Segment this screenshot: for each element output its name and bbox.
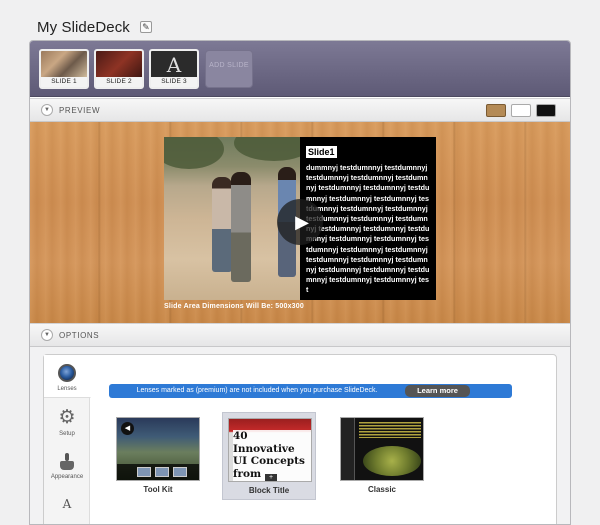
slide-thumb-label: SLIDE 2 xyxy=(96,77,142,87)
lens-card-tool-kit[interactable]: ◀ Tool Kit xyxy=(111,412,205,500)
background-swatch-black[interactable] xyxy=(536,104,556,117)
tab-label: Setup xyxy=(59,431,75,437)
lens-name: Classic xyxy=(367,485,397,494)
lens-card-classic[interactable]: Classic xyxy=(335,412,429,500)
tab-lenses[interactable]: Lenses xyxy=(44,355,91,398)
lens-name: Tool Kit xyxy=(143,485,173,494)
slide-thumb-3[interactable]: A SLIDE 3 xyxy=(149,49,199,89)
typography-icon: A xyxy=(62,497,72,511)
collapse-arrow-icon[interactable]: ▼ xyxy=(41,104,53,116)
preview-stage: Slide1 dummnyj testdumnnyj testdumnnyj t… xyxy=(30,122,570,323)
premium-notice-text: Lenses marked as (premium) are not inclu… xyxy=(136,387,378,394)
plus-icon: + xyxy=(265,474,277,481)
slide-thumb-image xyxy=(96,51,142,79)
lens-card-block-title[interactable]: 40 Innovative UI Concepts from Dribbble … xyxy=(222,412,316,500)
learn-more-button[interactable]: Learn more xyxy=(405,385,470,397)
premium-notice: Lenses marked as (premium) are not inclu… xyxy=(109,384,512,398)
slide-thumb-label: SLIDE 1 xyxy=(41,77,87,87)
options-tabs: Lenses ⚙ Setup Appearance A xyxy=(44,355,91,524)
thumbnail-strip xyxy=(117,464,199,480)
lens-preview-tool-kit: ◀ xyxy=(116,417,200,481)
options-area: Lenses ⚙ Setup Appearance A Lenses marke… xyxy=(30,347,570,524)
slide-thumb-2[interactable]: SLIDE 2 xyxy=(94,49,144,89)
brush-icon xyxy=(60,453,74,470)
slide-title: Slide1 xyxy=(306,146,337,158)
play-icon[interactable]: ▶ xyxy=(277,199,323,245)
collapse-arrow-icon[interactable]: ▼ xyxy=(41,329,53,341)
options-section-header[interactable]: ▼ OPTIONS xyxy=(30,323,570,347)
options-panel: Lenses ⚙ Setup Appearance A Lenses marke… xyxy=(43,354,557,524)
lens-icon xyxy=(58,364,76,382)
tab-setup[interactable]: ⚙ Setup xyxy=(44,408,90,448)
preview-heading: PREVIEW xyxy=(59,105,101,115)
preview-section-header[interactable]: ▼ PREVIEW xyxy=(30,98,570,122)
slide-bar: SLIDE 1 SLIDE 2 A SLIDE 3 ADD SLIDE xyxy=(30,41,570,97)
preview-slide[interactable]: Slide1 dummnyj testdumnnyj testdumnnyj t… xyxy=(164,137,436,300)
options-heading: OPTIONS xyxy=(59,330,100,340)
slidedeck-editor: SLIDE 1 SLIDE 2 A SLIDE 3 ADD SLIDE ▼ PR… xyxy=(29,40,571,525)
pencil-icon[interactable]: ✎ xyxy=(139,21,152,33)
lens-preview-block-title: 40 Innovative UI Concepts from Dribbble … xyxy=(228,418,312,482)
add-slide-button[interactable]: ADD SLIDE xyxy=(205,50,253,88)
background-swatch-white[interactable] xyxy=(511,104,531,117)
deck-title-row: My SlideDeck ✎ xyxy=(37,17,152,37)
tab-appearance[interactable]: Appearance xyxy=(44,453,90,493)
deck-title: My SlideDeck xyxy=(37,18,130,36)
background-swatch-wood[interactable] xyxy=(486,104,506,117)
gear-icon: ⚙ xyxy=(58,407,76,428)
slide-thumb-label: SLIDE 3 xyxy=(151,77,197,87)
slide-thumb-image xyxy=(41,51,87,79)
slide-thumb-1[interactable]: SLIDE 1 xyxy=(39,49,89,89)
tab-label: Appearance xyxy=(50,474,84,480)
lens-preview-classic xyxy=(340,417,424,481)
slide-thumb-glyph: A xyxy=(166,53,182,77)
back-arrow-icon: ◀ xyxy=(121,422,134,435)
tab-label: Lenses xyxy=(57,386,77,392)
tab-typography[interactable]: A xyxy=(44,497,90,517)
background-swatches xyxy=(481,104,556,117)
dimensions-note: Slide Area Dimensions Will Be: 500x300 xyxy=(164,303,304,310)
lens-name: Block Title xyxy=(248,486,290,495)
slide-body: dummnyj testdumnnyj testdumnnyj testdumn… xyxy=(306,163,430,295)
